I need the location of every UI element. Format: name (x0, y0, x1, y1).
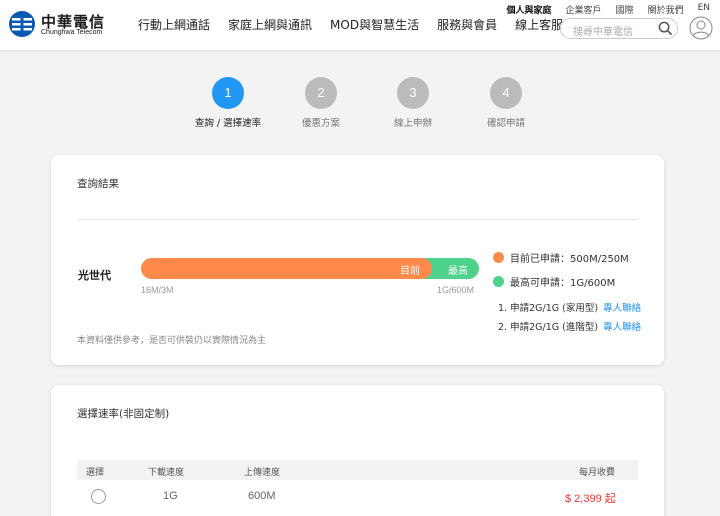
step-number: 1 (212, 77, 244, 109)
user-account-icon[interactable] (689, 16, 713, 40)
col-upload: 上傳速度 (244, 468, 281, 478)
divider (77, 219, 638, 220)
nav-home-internet[interactable]: 家庭上網與通訊 (228, 16, 312, 33)
table-header: 選擇 下載速度 上傳速度 每月收費 (77, 460, 638, 480)
card-title: 選擇速率(非固定制) (77, 408, 170, 420)
search-placeholder: 搜尋中華電信 (573, 27, 633, 38)
plan-option-text: 2. 申請2G/1G (進階型) (498, 322, 599, 333)
step-number: 3 (397, 77, 429, 109)
query-result-card: 查詢結果 光世代 目前 最高 16M/3M 1G/600M 目前已申請：500M… (51, 155, 664, 365)
speed-selection-card: 選擇速率(非固定制) 選擇 下載速度 上傳速度 每月收費 1G 600M $ 2… (51, 385, 664, 516)
nav-mod[interactable]: MOD與智慧生活 (330, 16, 419, 33)
plan-option-1: 1. 申請2G/1G (家用型) 專人聯絡 (498, 300, 641, 314)
orange-dot-icon (493, 252, 504, 263)
brand-logo[interactable]: 中華電信 Chunghwa Telecom (8, 10, 128, 38)
top-link-business[interactable]: 企業客戶 (566, 3, 602, 16)
brand-name-en: Chunghwa Telecom (41, 29, 103, 36)
contact-link[interactable]: 專人聯絡 (603, 303, 641, 314)
nav-mobile[interactable]: 行動上網通話 (138, 16, 210, 33)
col-select: 選擇 (86, 468, 105, 478)
select-radio[interactable] (91, 489, 106, 504)
site-header: 中華電信 Chunghwa Telecom 行動上網通話 家庭上網與通訊 MOD… (0, 0, 720, 50)
legend-max-label: 最高可申請：1G/600M (510, 278, 616, 289)
table-row[interactable]: 1G 600M $ 2,399 起 (77, 485, 638, 513)
monthly-price: $ 2,399 起 (565, 493, 616, 505)
bar-current-label: 目前 (400, 266, 420, 277)
speed-bar: 目前 最高 (141, 258, 479, 279)
bar-max-label: 最高 (448, 266, 468, 277)
step-1: 1 查詢 / 選擇速率 (188, 77, 268, 129)
nav-services[interactable]: 服務與會員 (437, 16, 497, 33)
bar-max-tick: 1G/600M (437, 285, 475, 295)
card-title: 查詢結果 (77, 178, 119, 190)
step-number: 4 (490, 77, 522, 109)
top-link-international[interactable]: 國際 (616, 3, 634, 16)
step-label: 線上申辦 (393, 118, 432, 129)
step-2: 2 優惠方案 (281, 77, 361, 129)
product-name: 光世代 (78, 269, 111, 282)
search-input[interactable]: 搜尋中華電信 (560, 18, 678, 39)
top-links: 個人與家庭 企業客戶 國際 關於我們 EN (493, 3, 710, 16)
nav-support[interactable]: 線上客服 (515, 16, 563, 33)
col-monthly-fee: 每月收費 (579, 468, 616, 478)
bar-min-tick: 16M/3M (141, 285, 174, 295)
legend-max: 最高可申請：1G/600M (493, 274, 615, 289)
upload-speed: 600M (248, 490, 276, 502)
disclaimer-note: 本資料僅供參考，是否可供裝仍以實際情況為主 (77, 336, 267, 346)
green-dot-icon (493, 276, 504, 287)
plan-option-text: 1. 申請2G/1G (家用型) (498, 303, 599, 314)
step-number: 2 (305, 77, 337, 109)
step-label: 優惠方案 (301, 118, 340, 129)
step-label: 查詢 / 選擇速率 (194, 118, 262, 129)
legend-current: 目前已申請：500M/250M (493, 250, 629, 265)
contact-link[interactable]: 專人聯絡 (603, 322, 641, 333)
top-link-about[interactable]: 關於我們 (648, 3, 684, 16)
legend-current-label: 目前已申請：500M/250M (510, 254, 629, 265)
chunghwa-logo-icon (9, 11, 35, 37)
top-link-english[interactable]: EN (698, 3, 710, 16)
col-download: 下載速度 (148, 468, 185, 478)
step-label: 確認申請 (486, 118, 525, 129)
step-4: 4 確認申請 (466, 77, 546, 129)
main-nav: 行動上網通話 家庭上網與通訊 MOD與智慧生活 服務與會員 線上客服 (138, 16, 581, 33)
top-link-personal[interactable]: 個人與家庭 (507, 3, 552, 16)
speed-bar-current-fill (141, 258, 432, 279)
download-speed: 1G (163, 490, 178, 502)
step-3: 3 線上申辦 (373, 77, 453, 129)
plan-option-2: 2. 申請2G/1G (進階型) 專人聯絡 (498, 319, 641, 333)
search-icon[interactable] (658, 21, 673, 36)
